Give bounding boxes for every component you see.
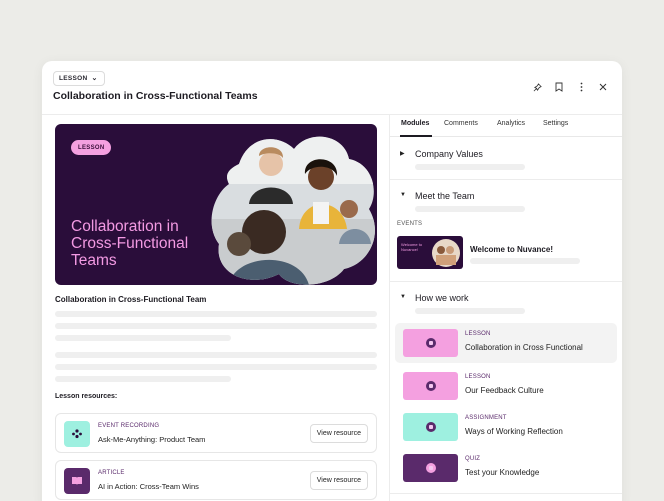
hero-chip: LESSON xyxy=(71,140,112,155)
events-label: EVENTS xyxy=(397,221,423,227)
assignment-icon xyxy=(425,422,436,432)
tab-analytics[interactable]: Analytics xyxy=(497,120,525,127)
lesson-item[interactable]: QUIZ Test your Knowledge xyxy=(395,448,617,488)
caret-down-icon[interactable]: ▼ xyxy=(400,192,406,198)
book-icon xyxy=(64,468,90,494)
lesson-name: Our Feedback Culture xyxy=(465,386,544,395)
module-title[interactable]: How we work xyxy=(415,293,469,303)
resource-kind: EVENT RECORDING xyxy=(98,423,160,429)
divider xyxy=(390,493,622,494)
divider xyxy=(390,179,622,180)
quiz-icon xyxy=(425,463,436,473)
lesson-kind: ASSIGNMENT xyxy=(465,415,507,421)
skeleton-line xyxy=(415,164,525,170)
caret-down-icon[interactable]: ▼ xyxy=(400,294,406,300)
skeleton-line xyxy=(55,352,377,358)
assignment-thumbnail xyxy=(403,413,458,441)
lesson-icon xyxy=(425,381,436,391)
lesson-item[interactable]: LESSON Our Feedback Culture xyxy=(395,366,617,406)
lesson-item[interactable]: LESSON Collaboration in Cross Functional xyxy=(395,323,617,363)
lesson-window: LESSON ⌄ Collaboration in Cross-Function… xyxy=(42,61,622,501)
page-title: Collaboration in Cross-Functional Teams xyxy=(53,90,258,102)
hero-banner: LESSON Collaboration in Cross-Functional… xyxy=(55,124,377,285)
tab-settings[interactable]: Settings xyxy=(543,120,568,127)
lesson-name: Test your Knowledge xyxy=(465,468,540,477)
view-resource-button[interactable]: View resource xyxy=(309,471,368,490)
pin-icon[interactable] xyxy=(532,81,542,93)
event-thumbnail-text: Welcome to Nuvance! xyxy=(401,242,423,252)
module-title[interactable]: Company Values xyxy=(415,149,483,159)
people-icon xyxy=(64,421,90,447)
type-dropdown-label: LESSON xyxy=(59,75,88,82)
active-tab-indicator xyxy=(400,135,432,137)
resource-kind: ARTICLE xyxy=(98,470,125,476)
side-panel: Modules Comments Analytics Settings ▶ Co… xyxy=(390,115,622,501)
tab-modules[interactable]: Modules xyxy=(401,120,429,127)
module-title[interactable]: Meet the Team xyxy=(415,191,474,201)
resource-name: AI in Action: Cross-Team Wins xyxy=(98,482,199,491)
lesson-thumbnail xyxy=(403,372,458,400)
skeleton-line xyxy=(55,335,231,341)
event-title[interactable]: Welcome to Nuvance! xyxy=(470,245,553,254)
type-dropdown[interactable]: LESSON ⌄ xyxy=(53,71,105,86)
chevron-down-icon: ⌄ xyxy=(91,75,98,82)
event-thumbnail[interactable]: Welcome to Nuvance! xyxy=(397,236,463,269)
skeleton-line xyxy=(470,258,580,264)
caret-right-icon[interactable]: ▶ xyxy=(400,150,405,157)
divider xyxy=(390,281,622,282)
skeleton-line xyxy=(55,311,377,317)
bookmark-icon[interactable] xyxy=(554,81,564,93)
lesson-thumbnail xyxy=(403,329,458,357)
lesson-content: LESSON Collaboration in Cross-Functional… xyxy=(42,115,390,501)
close-icon[interactable] xyxy=(598,81,608,93)
lesson-subtitle: Collaboration in Cross-Functional Team xyxy=(55,295,207,304)
header-actions xyxy=(532,81,608,93)
skeleton-line xyxy=(55,364,377,370)
resources-heading: Lesson resources: xyxy=(55,393,118,400)
resource-card: ARTICLE AI in Action: Cross-Team Wins Vi… xyxy=(55,460,377,500)
more-icon[interactable] xyxy=(576,81,586,93)
lesson-kind: LESSON xyxy=(465,374,491,380)
skeleton-line xyxy=(415,206,525,212)
hero-title: Collaboration in Cross-Functional Teams xyxy=(71,218,189,269)
tab-comments[interactable]: Comments xyxy=(444,120,478,127)
quiz-thumbnail xyxy=(403,454,458,482)
skeleton-line xyxy=(415,308,525,314)
window-header: LESSON ⌄ Collaboration in Cross-Function… xyxy=(42,61,622,115)
lesson-item[interactable]: ASSIGNMENT Ways of Working Reflection xyxy=(395,407,617,447)
lesson-name: Collaboration in Cross Functional xyxy=(465,343,583,352)
lesson-kind: LESSON xyxy=(465,331,491,337)
tab-bar: Modules Comments Analytics Settings xyxy=(390,115,622,137)
lesson-name: Ways of Working Reflection xyxy=(465,427,563,436)
view-resource-button[interactable]: View resource xyxy=(309,424,368,443)
lesson-icon xyxy=(425,338,436,348)
skeleton-line xyxy=(55,376,231,382)
resource-name: Ask-Me-Anything: Product Team xyxy=(98,435,206,444)
event-photo xyxy=(432,239,460,267)
resource-card: EVENT RECORDING Ask-Me-Anything: Product… xyxy=(55,413,377,453)
hero-photo xyxy=(211,136,375,285)
skeleton-line xyxy=(55,323,377,329)
lesson-kind: QUIZ xyxy=(465,456,481,462)
